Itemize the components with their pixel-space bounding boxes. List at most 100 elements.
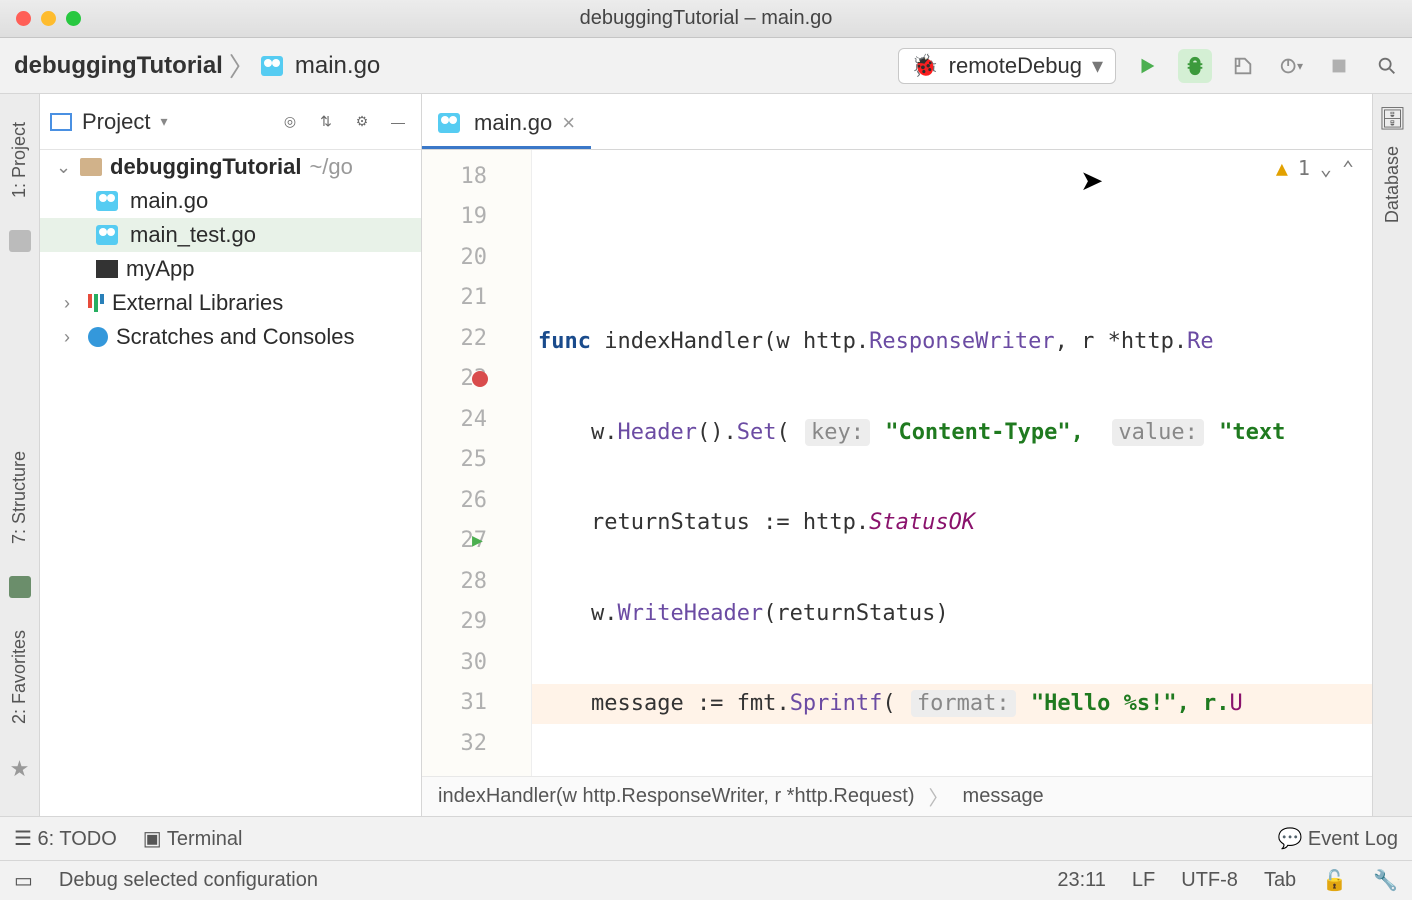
library-icon xyxy=(88,294,104,312)
debug-button[interactable] xyxy=(1178,49,1212,83)
minimize-window-button[interactable] xyxy=(41,11,56,26)
chevron-right-icon[interactable]: › xyxy=(64,293,80,314)
status-bar: ▭ Debug selected configuration 23:11 LF … xyxy=(0,860,1412,900)
line-number: 32 xyxy=(461,731,488,756)
tree-file-label: main_test.go xyxy=(130,222,256,248)
editor-body[interactable]: 18 19 20 21 22 23 24 25 26 ▶27 28 29 30 … xyxy=(422,150,1372,776)
line-number: 20 xyxy=(461,245,488,270)
structure-icon[interactable] xyxy=(9,576,31,598)
binary-icon xyxy=(96,260,118,278)
status-hint: Debug selected configuration xyxy=(59,869,318,892)
inspections-widget[interactable]: ▲ 1 ⌄ ⌃ xyxy=(1276,156,1354,180)
tree-file[interactable]: myApp xyxy=(40,252,421,286)
file-encoding[interactable]: UTF-8 xyxy=(1181,869,1238,892)
line-number: 18 xyxy=(461,164,488,189)
settings-gear-icon[interactable]: ⚙ xyxy=(349,109,375,135)
tool-window-icon[interactable] xyxy=(9,230,31,252)
line-number-gutter[interactable]: 18 19 20 21 22 23 24 25 26 ▶27 28 29 30 … xyxy=(422,150,532,776)
warning-icon: ▲ xyxy=(1276,156,1288,180)
star-icon[interactable]: ★ xyxy=(10,756,30,782)
line-number: 26 xyxy=(461,488,488,513)
go-file-icon xyxy=(96,225,118,245)
tree-file-label: main.go xyxy=(130,188,208,214)
tree-external-libs[interactable]: › External Libraries xyxy=(40,286,421,320)
breadcrumb-file[interactable]: main.go xyxy=(295,52,380,80)
project-sidebar-header: Project ▾ ◎ ⇅ ⚙ — xyxy=(40,94,421,150)
run-button[interactable] xyxy=(1130,49,1164,83)
project-tree: ⌄ debuggingTutorial ~/go main.go main_te… xyxy=(40,150,421,816)
locate-file-button[interactable]: ◎ xyxy=(277,109,303,135)
close-tab-icon[interactable]: × xyxy=(562,110,575,136)
coverage-button[interactable] xyxy=(1226,49,1260,83)
close-window-button[interactable] xyxy=(16,11,31,26)
editor-tabbar: main.go × xyxy=(422,94,1372,150)
window-titlebar: debuggingTutorial – main.go xyxy=(0,0,1412,38)
status-bar-icon[interactable]: ▭ xyxy=(14,868,33,893)
breadcrumb-separator-icon: 〉 xyxy=(229,47,255,84)
favorites-tool-tab[interactable]: 2: Favorites xyxy=(7,622,32,732)
todo-tool-button[interactable]: ☰ 6: TODO xyxy=(14,826,117,851)
breadcrumb-project[interactable]: debuggingTutorial xyxy=(14,52,223,80)
chevron-down-icon[interactable]: ⌄ xyxy=(56,157,72,178)
database-icon[interactable]: 🗄 xyxy=(1379,106,1407,132)
search-everywhere-button[interactable] xyxy=(1370,49,1404,83)
traffic-lights xyxy=(16,11,81,26)
chevron-down-icon[interactable]: ▾ xyxy=(160,113,167,130)
line-number: 30 xyxy=(461,650,488,675)
tree-root[interactable]: ⌄ debuggingTutorial ~/go xyxy=(40,150,421,184)
go-file-icon xyxy=(438,113,460,133)
chevron-up-icon[interactable]: ⌃ xyxy=(1342,156,1354,180)
tree-file-label: myApp xyxy=(126,256,194,282)
chevron-right-icon[interactable]: › xyxy=(64,327,80,348)
line-separator[interactable]: LF xyxy=(1132,869,1155,892)
tree-label: External Libraries xyxy=(112,290,283,316)
editor-area: main.go × 18 19 20 21 22 23 24 25 26 ▶27… xyxy=(422,94,1372,816)
breadcrumb-separator-icon: 〉 xyxy=(929,782,949,811)
go-file-icon xyxy=(261,56,283,76)
run-gutter-icon[interactable]: ▶ xyxy=(472,530,483,551)
line-number: 22 xyxy=(461,326,488,351)
hide-button[interactable]: — xyxy=(385,109,411,135)
project-sidebar-title[interactable]: Project xyxy=(82,109,150,135)
event-log-button[interactable]: 💬 Event Log xyxy=(1277,826,1398,851)
right-tool-gutter: 🗄 Database xyxy=(1372,94,1412,816)
editor-breadcrumb-bar: indexHandler(w http.ResponseWriter, r *h… xyxy=(422,776,1372,816)
project-tool-tab[interactable]: 1: Project xyxy=(7,114,32,206)
breadcrumb-var[interactable]: message xyxy=(963,785,1044,808)
database-tool-tab[interactable]: Database xyxy=(1380,138,1405,231)
breadcrumb-func[interactable]: indexHandler(w http.ResponseWriter, r *h… xyxy=(438,785,915,808)
breakpoint-icon[interactable] xyxy=(472,371,488,387)
chevron-down-icon[interactable]: ⌄ xyxy=(1320,156,1332,180)
editor-tab-active[interactable]: main.go × xyxy=(422,100,591,149)
tree-file-selected[interactable]: main_test.go xyxy=(40,218,421,252)
stop-button[interactable] xyxy=(1322,49,1356,83)
line-number: 29 xyxy=(461,609,488,634)
caret-position[interactable]: 23:11 xyxy=(1057,869,1106,892)
left-tool-gutter: 1: Project 7: Structure 2: Favorites ★ xyxy=(0,94,40,816)
lock-icon[interactable]: 🔓 xyxy=(1322,868,1347,893)
profiler-button[interactable]: ▾ xyxy=(1274,49,1308,83)
terminal-tool-button[interactable]: ▣ Terminal xyxy=(143,826,243,851)
tree-scratches[interactable]: › Scratches and Consoles xyxy=(40,320,421,354)
chevron-down-icon: ▾ xyxy=(1092,53,1103,79)
tree-label: Scratches and Consoles xyxy=(116,324,354,350)
editor-tab-label: main.go xyxy=(474,110,552,136)
go-file-icon xyxy=(96,191,118,211)
indent-setting[interactable]: Tab xyxy=(1264,869,1296,892)
bottom-tool-bar: ☰ 6: TODO ▣ Terminal 💬 Event Log xyxy=(0,816,1412,860)
run-configuration-selector[interactable]: 🐞 remoteDebug ▾ xyxy=(898,48,1116,84)
scratch-icon xyxy=(88,327,108,347)
zoom-window-button[interactable] xyxy=(66,11,81,26)
folder-icon xyxy=(80,158,102,176)
code-content[interactable]: ▲ 1 ⌄ ⌃ func indexHandler(w http.Respons… xyxy=(532,150,1372,776)
line-number: 24 xyxy=(461,407,488,432)
expand-all-button[interactable]: ⇅ xyxy=(313,109,339,135)
tree-root-label: debuggingTutorial xyxy=(110,154,301,180)
run-config-icon: 🐞 xyxy=(911,53,938,79)
main-toolbar: debuggingTutorial 〉 main.go 🐞 remoteDebu… xyxy=(0,38,1412,94)
run-config-name: remoteDebug xyxy=(949,53,1082,79)
tree-file[interactable]: main.go xyxy=(40,184,421,218)
tree-root-path: ~/go xyxy=(309,154,352,180)
settings-icon[interactable]: 🔧 xyxy=(1373,868,1398,893)
structure-tool-tab[interactable]: 7: Structure xyxy=(7,443,32,552)
